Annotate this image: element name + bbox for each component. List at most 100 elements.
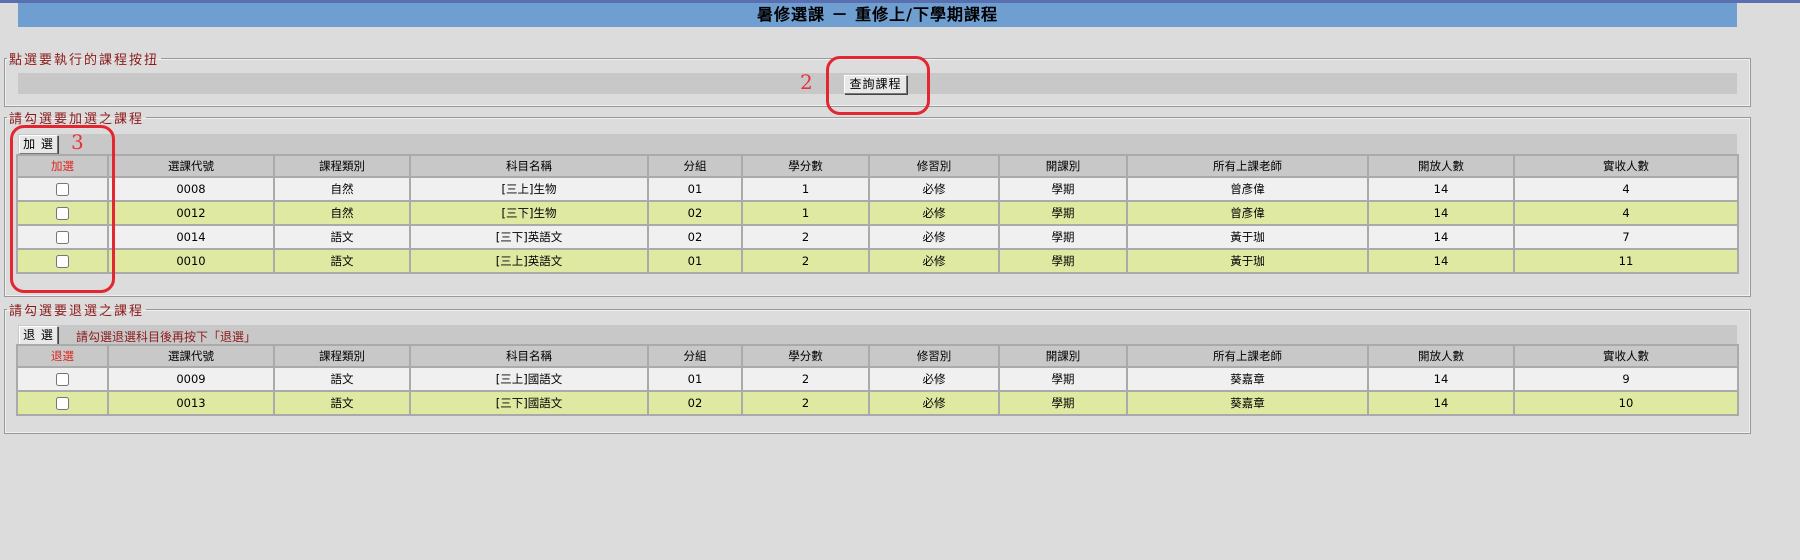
column-header: 選課代號 — [107, 344, 275, 368]
cell-category: 自然 — [273, 200, 411, 226]
drop-instruction: 請勾選退選科目後再按下「退選」 — [76, 330, 257, 344]
cell-category: 語文 — [273, 248, 411, 274]
column-header: 實收人數 — [1513, 154, 1739, 178]
cell-enrolled: 11 — [1513, 248, 1739, 274]
select-column-header: 退選 — [16, 344, 109, 368]
drop-button[interactable]: 退 選 — [19, 326, 58, 345]
cell-group: 01 — [647, 366, 743, 392]
column-header: 開課別 — [998, 154, 1128, 178]
checkbox-cell — [16, 366, 109, 392]
cell-credits: 2 — [741, 224, 870, 250]
drop-legend: 請勾選要退選之課程 — [9, 304, 145, 319]
cell-credits: 2 — [741, 366, 870, 392]
cell-subject: [三上]英語文 — [409, 248, 649, 274]
cell-credits: 1 — [741, 176, 870, 202]
table-header-row: 退選 選課代號 課程類別 科目名稱 分組 學分數 修習別 開課別 所有上課老師 開放人數 實收人數 — [16, 344, 1739, 368]
table-row: 0010 語文 [三上]英語文 01 2 必修 學期 黃于珈 14 11 — [16, 248, 1739, 274]
cell-teacher: 曾彥偉 — [1126, 176, 1369, 202]
cell-teacher: 黃于珈 — [1126, 224, 1369, 250]
cell-group: 01 — [647, 248, 743, 274]
column-header: 開課別 — [998, 344, 1128, 368]
cell-term: 學期 — [998, 224, 1128, 250]
column-header: 科目名稱 — [409, 154, 649, 178]
cell-subject: [三下]國語文 — [409, 390, 649, 416]
cell-code: 0008 — [107, 176, 275, 202]
cell-category: 語文 — [273, 390, 411, 416]
column-header: 學分數 — [741, 154, 870, 178]
cell-teacher: 葵嘉章 — [1126, 366, 1369, 392]
column-header: 課程類別 — [273, 344, 411, 368]
column-header: 分組 — [647, 154, 743, 178]
drop-toolbar — [18, 325, 1737, 345]
cell-enrolled: 4 — [1513, 176, 1739, 202]
cell-group: 02 — [647, 224, 743, 250]
column-header: 分組 — [647, 344, 743, 368]
annotation-label-2: 2 — [800, 70, 813, 94]
cell-open: 14 — [1367, 200, 1515, 226]
column-header: 學分數 — [741, 344, 870, 368]
cell-subject: [三上]國語文 — [409, 366, 649, 392]
cell-type: 必修 — [868, 176, 1000, 202]
cell-term: 學期 — [998, 366, 1128, 392]
cell-subject: [三下]生物 — [409, 200, 649, 226]
column-header: 修習別 — [868, 344, 1000, 368]
table-header-row: 加選 選課代號 課程類別 科目名稱 分組 學分數 修習別 開課別 所有上課老師 開放人數 實收人數 — [16, 154, 1739, 178]
cell-category: 自然 — [273, 176, 411, 202]
cell-term: 學期 — [998, 176, 1128, 202]
cell-enrolled: 9 — [1513, 366, 1739, 392]
checkbox-cell — [16, 390, 109, 416]
drop-courses-table: 退選 選課代號 課程類別 科目名稱 分組 學分數 修習別 開課別 所有上課老師 開放人數 實收人數 … — [16, 344, 1739, 416]
add-toolbar — [18, 134, 1737, 154]
cell-subject: [三下]英語文 — [409, 224, 649, 250]
cell-enrolled: 10 — [1513, 390, 1739, 416]
table-row: 0013 語文 [三下]國語文 02 2 必修 學期 葵嘉章 14 10 — [16, 390, 1739, 416]
cell-enrolled: 7 — [1513, 224, 1739, 250]
cell-type: 必修 — [868, 224, 1000, 250]
column-header: 課程類別 — [273, 154, 411, 178]
drop-course-checkbox[interactable] — [56, 397, 69, 410]
cell-term: 學期 — [998, 390, 1128, 416]
column-header: 所有上課老師 — [1126, 154, 1369, 178]
cell-open: 14 — [1367, 224, 1515, 250]
cell-credits: 2 — [741, 248, 870, 274]
drop-course-checkbox[interactable] — [56, 373, 69, 386]
cell-type: 必修 — [868, 200, 1000, 226]
column-header: 科目名稱 — [409, 344, 649, 368]
cell-enrolled: 4 — [1513, 200, 1739, 226]
add-courses-table: 加選 選課代號 課程類別 科目名稱 分組 學分數 修習別 開課別 所有上課老師 開放人數 實收人數 … — [16, 154, 1739, 274]
page-title: 暑修選課 － 重修上/下學期課程 — [18, 3, 1737, 27]
table-row: 0009 語文 [三上]國語文 01 2 必修 學期 葵嘉章 14 9 — [16, 366, 1739, 392]
cell-open: 14 — [1367, 390, 1515, 416]
table-row: 0014 語文 [三下]英語文 02 2 必修 學期 黃于珈 14 7 — [16, 224, 1739, 250]
cell-group: 02 — [647, 390, 743, 416]
cell-teacher: 黃于珈 — [1126, 248, 1369, 274]
cell-term: 學期 — [998, 248, 1128, 274]
cell-type: 必修 — [868, 366, 1000, 392]
cell-open: 14 — [1367, 248, 1515, 274]
cell-category: 語文 — [273, 366, 411, 392]
column-header: 所有上課老師 — [1126, 344, 1369, 368]
column-header: 開放人數 — [1367, 154, 1515, 178]
cell-code: 0012 — [107, 200, 275, 226]
cell-subject: [三上]生物 — [409, 176, 649, 202]
table-row: 0012 自然 [三下]生物 02 1 必修 學期 曾彥偉 14 4 — [16, 200, 1739, 226]
annotation-label-3: 3 — [71, 130, 84, 154]
column-header: 選課代號 — [107, 154, 275, 178]
table-row: 0008 自然 [三上]生物 01 1 必修 學期 曾彥偉 14 4 — [16, 176, 1739, 202]
cell-type: 必修 — [868, 248, 1000, 274]
cell-group: 01 — [647, 176, 743, 202]
cell-code: 0013 — [107, 390, 275, 416]
cell-code: 0009 — [107, 366, 275, 392]
cell-code: 0014 — [107, 224, 275, 250]
cell-open: 14 — [1367, 176, 1515, 202]
cell-term: 學期 — [998, 200, 1128, 226]
annotation-box-add — [10, 125, 115, 293]
column-header: 開放人數 — [1367, 344, 1515, 368]
action-legend: 點選要執行的課程按扭 — [9, 53, 160, 68]
cell-category: 語文 — [273, 224, 411, 250]
cell-credits: 1 — [741, 200, 870, 226]
column-header: 修習別 — [868, 154, 1000, 178]
cell-group: 02 — [647, 200, 743, 226]
annotation-box-query — [826, 56, 930, 115]
cell-teacher: 葵嘉章 — [1126, 390, 1369, 416]
